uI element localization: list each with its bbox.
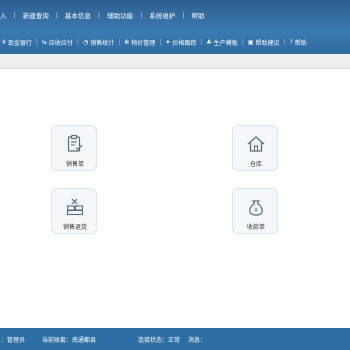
chart-icon: ◔ xyxy=(82,38,89,46)
toolbar-divider: | xyxy=(118,38,121,46)
toolbar-divider: | xyxy=(35,38,38,46)
menu-divider: | xyxy=(97,11,101,19)
status-user: ：管理员 xyxy=(1,336,26,344)
toolbar-price-tracking-button[interactable]: ✦ 价格跟踪 xyxy=(165,38,196,47)
tile-receipt[interactable]: ¥ 收款单 xyxy=(232,188,278,234)
menu-bar: 入 | 新建查询 | 基本信息 | 辅助功能 | 系统维护 | 帮助 xyxy=(0,0,350,30)
menu-divider: | xyxy=(55,11,58,19)
toolbar-cash-bank-button[interactable]: ¥ 现金银行 xyxy=(2,38,32,47)
tile-sales-order[interactable]: 销售单 xyxy=(51,125,97,171)
help-doc-icon: ▣ xyxy=(247,38,254,46)
warehouse-icon xyxy=(247,136,265,152)
toolbar-button-label: 销售统计 xyxy=(90,39,115,47)
toolbar-divider: | xyxy=(283,38,286,46)
status-message: 消息： xyxy=(188,336,207,344)
tile-warehouse[interactable]: 仓库 xyxy=(232,125,278,171)
toolbar-price-manage-button[interactable]: ✻ 物价管理 xyxy=(124,38,155,47)
menu-item-new-query[interactable]: 新建查询 xyxy=(23,10,49,20)
template-icon: ♣ xyxy=(206,38,212,46)
menu-item-help[interactable]: 帮助 xyxy=(192,10,205,20)
status-connection: 连接状态：正常 xyxy=(138,336,181,344)
tile-label: 仓库 xyxy=(249,161,262,168)
sales-order-icon xyxy=(67,134,83,152)
toolbar: ¥ 现金银行 | ⇆ 应收应付 | ◔ 销售统计 | ✻ 物价管理 | ✦ 价格… xyxy=(0,30,350,54)
toolbar-button-label: 价格跟踪 xyxy=(172,39,197,47)
menu-divider: | xyxy=(13,11,16,19)
receipt-icon: ¥ xyxy=(249,200,263,216)
toolbar-button-label: 帮助建议 xyxy=(255,39,280,47)
menu-divider: | xyxy=(140,11,143,19)
sub-toolbar-strip xyxy=(0,54,350,69)
tile-label: 收款单 xyxy=(246,224,265,231)
toolbar-divider: | xyxy=(159,38,162,46)
toolbar-button-label: 帮助 xyxy=(294,39,307,47)
tile-sales-return[interactable]: 销售退货 xyxy=(51,188,97,234)
currency-yen-icon: ¥ xyxy=(2,38,6,46)
status-bar: ：管理员 当前账套：南通都县 连接状态：正常 消息： xyxy=(0,328,350,350)
menu-item-auxiliary[interactable]: 辅助功能 xyxy=(107,10,133,20)
toolbar-production-template-button[interactable]: ♣ 生产模板 xyxy=(206,38,237,47)
tracking-icon: ✦ xyxy=(165,38,171,46)
status-account: 当前账套：南通都县 xyxy=(42,336,97,344)
menu-item-login[interactable]: 入 xyxy=(0,10,7,20)
toolbar-sales-stats-button[interactable]: ◔ 销售统计 xyxy=(83,38,114,47)
tile-label: 销售退货 xyxy=(62,224,87,231)
toolbar-button-label: 现金银行 xyxy=(7,39,32,47)
help-icon: ? xyxy=(289,38,293,46)
menu-item-system[interactable]: 系统维护 xyxy=(149,10,175,20)
menu-item-basic-info[interactable]: 基本信息 xyxy=(65,10,91,20)
toolbar-button-label: 物价管理 xyxy=(131,39,156,47)
menu-divider: | xyxy=(182,11,185,19)
toolbar-divider: | xyxy=(76,38,79,46)
toolbar-help-suggest-button[interactable]: ▣ 帮助建议 xyxy=(248,38,280,47)
gear-icon: ✻ xyxy=(124,38,130,46)
toolbar-receivable-button[interactable]: ⇆ 应收应付 xyxy=(42,38,73,47)
svg-text:¥: ¥ xyxy=(254,207,258,214)
exchange-icon: ⇆ xyxy=(41,38,47,46)
toolbar-button-label: 生产模板 xyxy=(213,39,238,47)
tile-label: 销售单 xyxy=(65,161,84,168)
toolbar-divider: | xyxy=(241,38,244,46)
toolbar-help-button[interactable]: ? 帮助 xyxy=(290,38,307,47)
main-content: 销售单 仓库 销售退货 ¥ 收款单 xyxy=(0,69,350,328)
toolbar-button-label: 应收应付 xyxy=(48,39,73,47)
sales-return-icon xyxy=(66,198,84,216)
toolbar-divider: | xyxy=(200,38,203,46)
